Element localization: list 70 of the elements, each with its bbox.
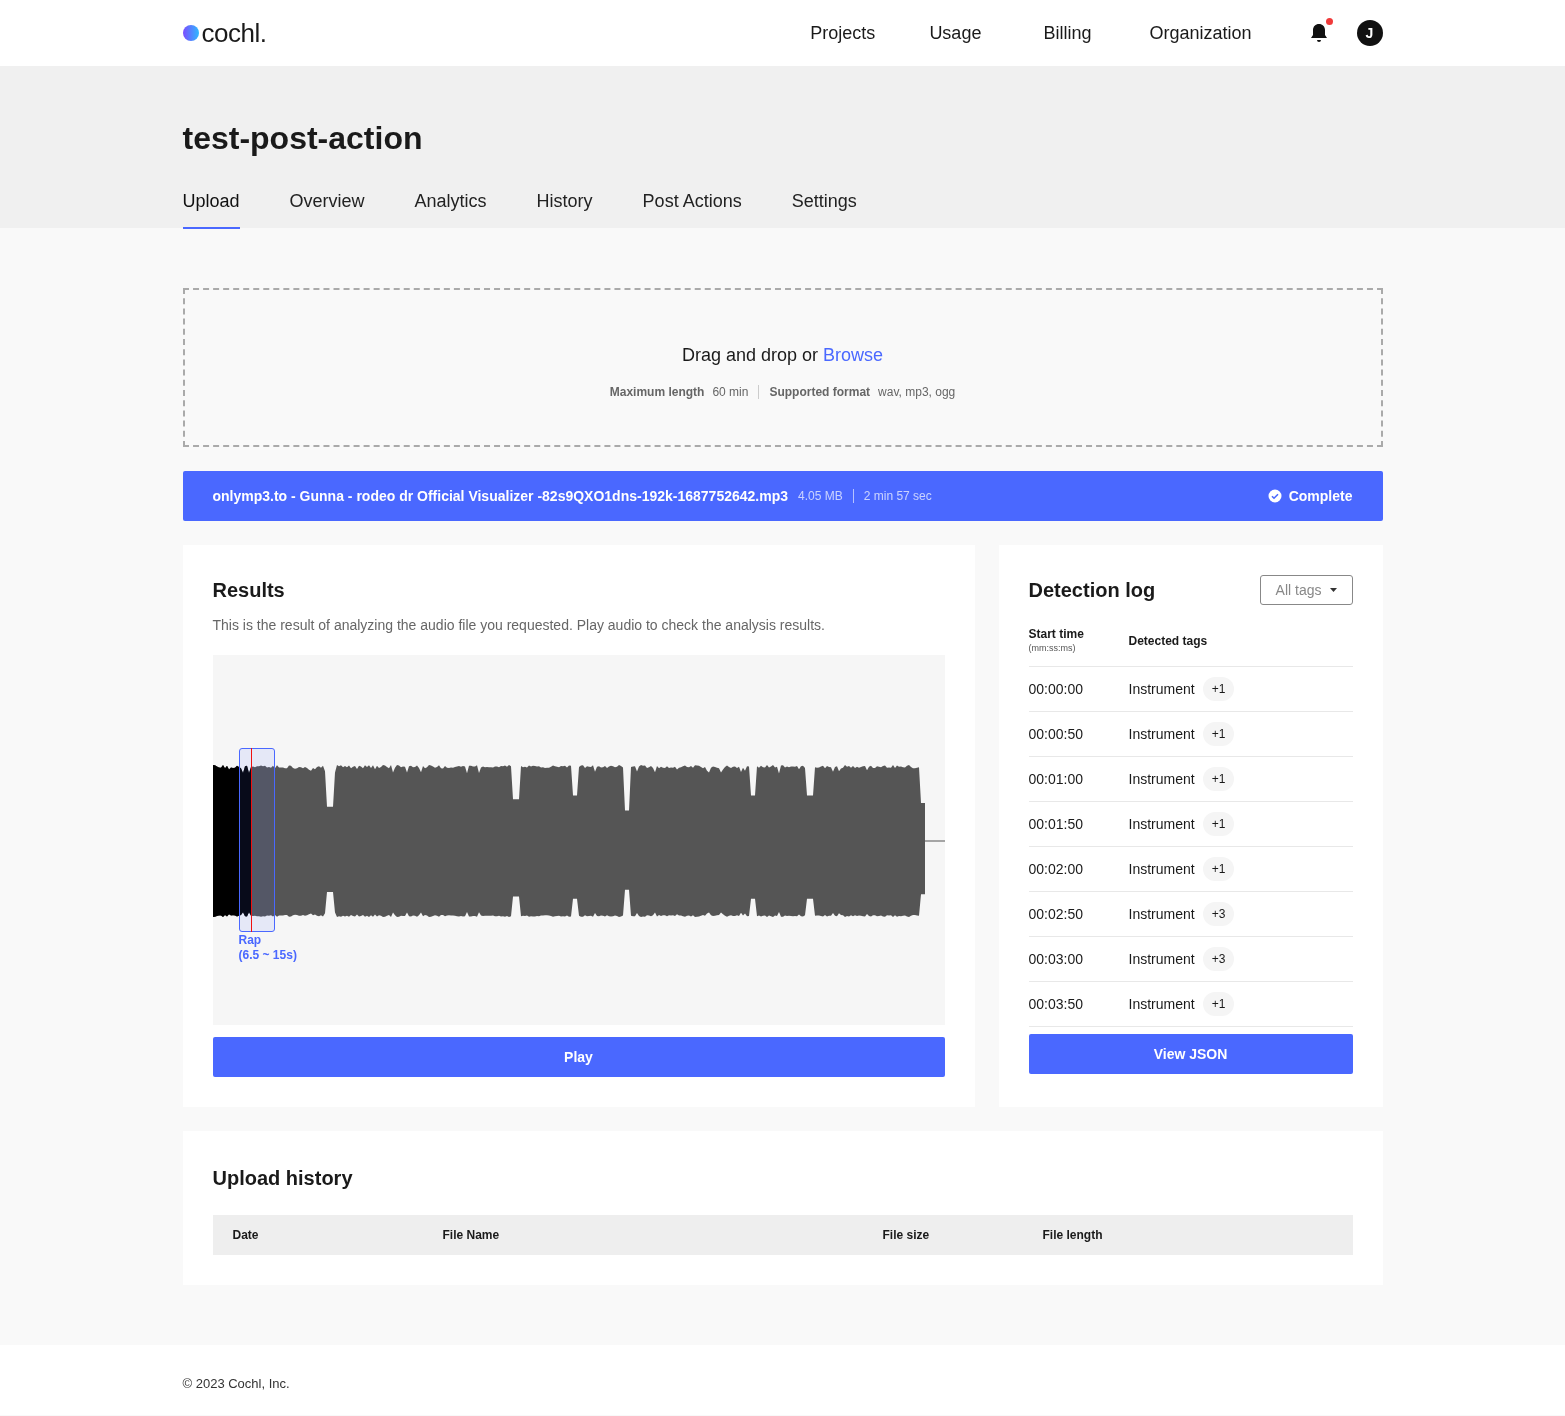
detected-tag: Instrument bbox=[1128, 678, 1195, 700]
drop-prompt: Drag and drop or Browse bbox=[681, 344, 884, 367]
nav-link[interactable]: Usage bbox=[929, 19, 982, 47]
detected-tag: Instrument bbox=[1128, 993, 1195, 1015]
browse-link[interactable]: Browse bbox=[823, 345, 884, 365]
tab[interactable]: Upload bbox=[182, 188, 240, 229]
limit-value: wav, mp3, ogg bbox=[878, 384, 956, 401]
drop-zone[interactable]: Drag and drop or Browse Maximum length 60 min Supported format wav, mp3, ogg bbox=[182, 288, 1383, 447]
start-time: 00:01:50 bbox=[1028, 814, 1084, 834]
column-header: File size bbox=[882, 1227, 931, 1244]
start-time: 00:02:00 bbox=[1028, 859, 1084, 879]
segment-highlight[interactable] bbox=[238, 748, 275, 932]
detected-tag: Instrument bbox=[1128, 948, 1195, 970]
detected-tag: Instrument bbox=[1128, 723, 1195, 745]
avatar[interactable]: J bbox=[1356, 20, 1383, 46]
copyright: © 2023 Cochl, Inc. bbox=[182, 1376, 290, 1391]
more-tags-badge[interactable]: +3 bbox=[1202, 902, 1235, 926]
detected-tag: Instrument bbox=[1128, 903, 1195, 925]
start-time: 00:01:00 bbox=[1028, 769, 1084, 789]
file-name: onlymp3.to - Gunna - rodeo dr Official Visualizer -82s9QXO1dns-192k-1687752642.mp3 bbox=[212, 486, 788, 506]
more-tags-badge[interactable]: +1 bbox=[1202, 722, 1235, 746]
more-tags-badge[interactable]: +1 bbox=[1202, 857, 1235, 881]
nav-link[interactable]: Projects bbox=[810, 19, 876, 47]
column-header: Date bbox=[232, 1227, 260, 1244]
tab[interactable]: History bbox=[536, 188, 593, 229]
more-tags-badge[interactable]: +1 bbox=[1202, 677, 1235, 701]
column-hint: (mm:ss:ms) bbox=[1028, 642, 1077, 655]
file-length: 2 min 57 sec bbox=[863, 488, 932, 505]
start-time: 00:00:50 bbox=[1028, 724, 1084, 744]
nav-link[interactable]: Billing bbox=[1043, 19, 1092, 47]
limit-label: Supported format bbox=[769, 384, 871, 401]
segment-range: (6.5 ~ 15s) bbox=[238, 948, 297, 963]
more-tags-badge[interactable]: +1 bbox=[1202, 812, 1235, 836]
file-size: 4.05 MB bbox=[798, 488, 843, 505]
view-json-button[interactable]: View JSON bbox=[1028, 1034, 1353, 1074]
start-time: 00:03:00 bbox=[1028, 949, 1084, 969]
column-header: Start time bbox=[1028, 627, 1085, 642]
logo-icon bbox=[182, 25, 199, 41]
segment-tag: Rap bbox=[238, 933, 297, 948]
project-title: test-post-action bbox=[182, 119, 424, 158]
waveform-player[interactable]: Rap (6.5 ~ 15s) bbox=[212, 655, 945, 1025]
start-time: 00:00:00 bbox=[1028, 679, 1084, 699]
results-description: This is the result of analyzing the audio file you requested. Play audio to check the analysis results. bbox=[212, 616, 826, 635]
detected-tag: Instrument bbox=[1128, 858, 1195, 880]
card-title: Results bbox=[212, 578, 286, 603]
tab[interactable]: Settings bbox=[791, 188, 857, 229]
more-tags-badge[interactable]: +1 bbox=[1202, 767, 1235, 791]
start-time: 00:03:50 bbox=[1028, 994, 1084, 1014]
caret-icon bbox=[1329, 588, 1337, 592]
card-title: Detection log bbox=[1028, 578, 1156, 603]
card-title: Upload history bbox=[212, 1166, 354, 1191]
more-tags-badge[interactable]: +3 bbox=[1202, 947, 1235, 971]
limit-value: 60 min bbox=[712, 384, 749, 401]
detected-tag: Instrument bbox=[1128, 813, 1195, 835]
play-button[interactable]: Play bbox=[212, 1037, 945, 1077]
upload-status: Complete bbox=[1288, 486, 1353, 506]
limit-label: Maximum length bbox=[609, 384, 705, 401]
tab[interactable]: Analytics bbox=[414, 188, 487, 229]
tab[interactable]: Overview bbox=[289, 188, 365, 229]
column-header: Detected tags bbox=[1128, 633, 1208, 650]
detected-tag: Instrument bbox=[1128, 768, 1195, 790]
tab[interactable]: Post Actions bbox=[642, 188, 742, 229]
start-time: 00:02:50 bbox=[1028, 904, 1084, 924]
check-icon bbox=[1267, 489, 1282, 503]
column-header: File Name bbox=[442, 1227, 501, 1244]
nav-link[interactable]: Organization bbox=[1149, 19, 1252, 47]
more-tags-badge[interactable]: +1 bbox=[1202, 992, 1235, 1016]
column-header: File length bbox=[1042, 1227, 1103, 1244]
tag-filter-dropdown[interactable]: All tags bbox=[1259, 575, 1353, 605]
logo[interactable]: cochl. bbox=[201, 20, 267, 46]
